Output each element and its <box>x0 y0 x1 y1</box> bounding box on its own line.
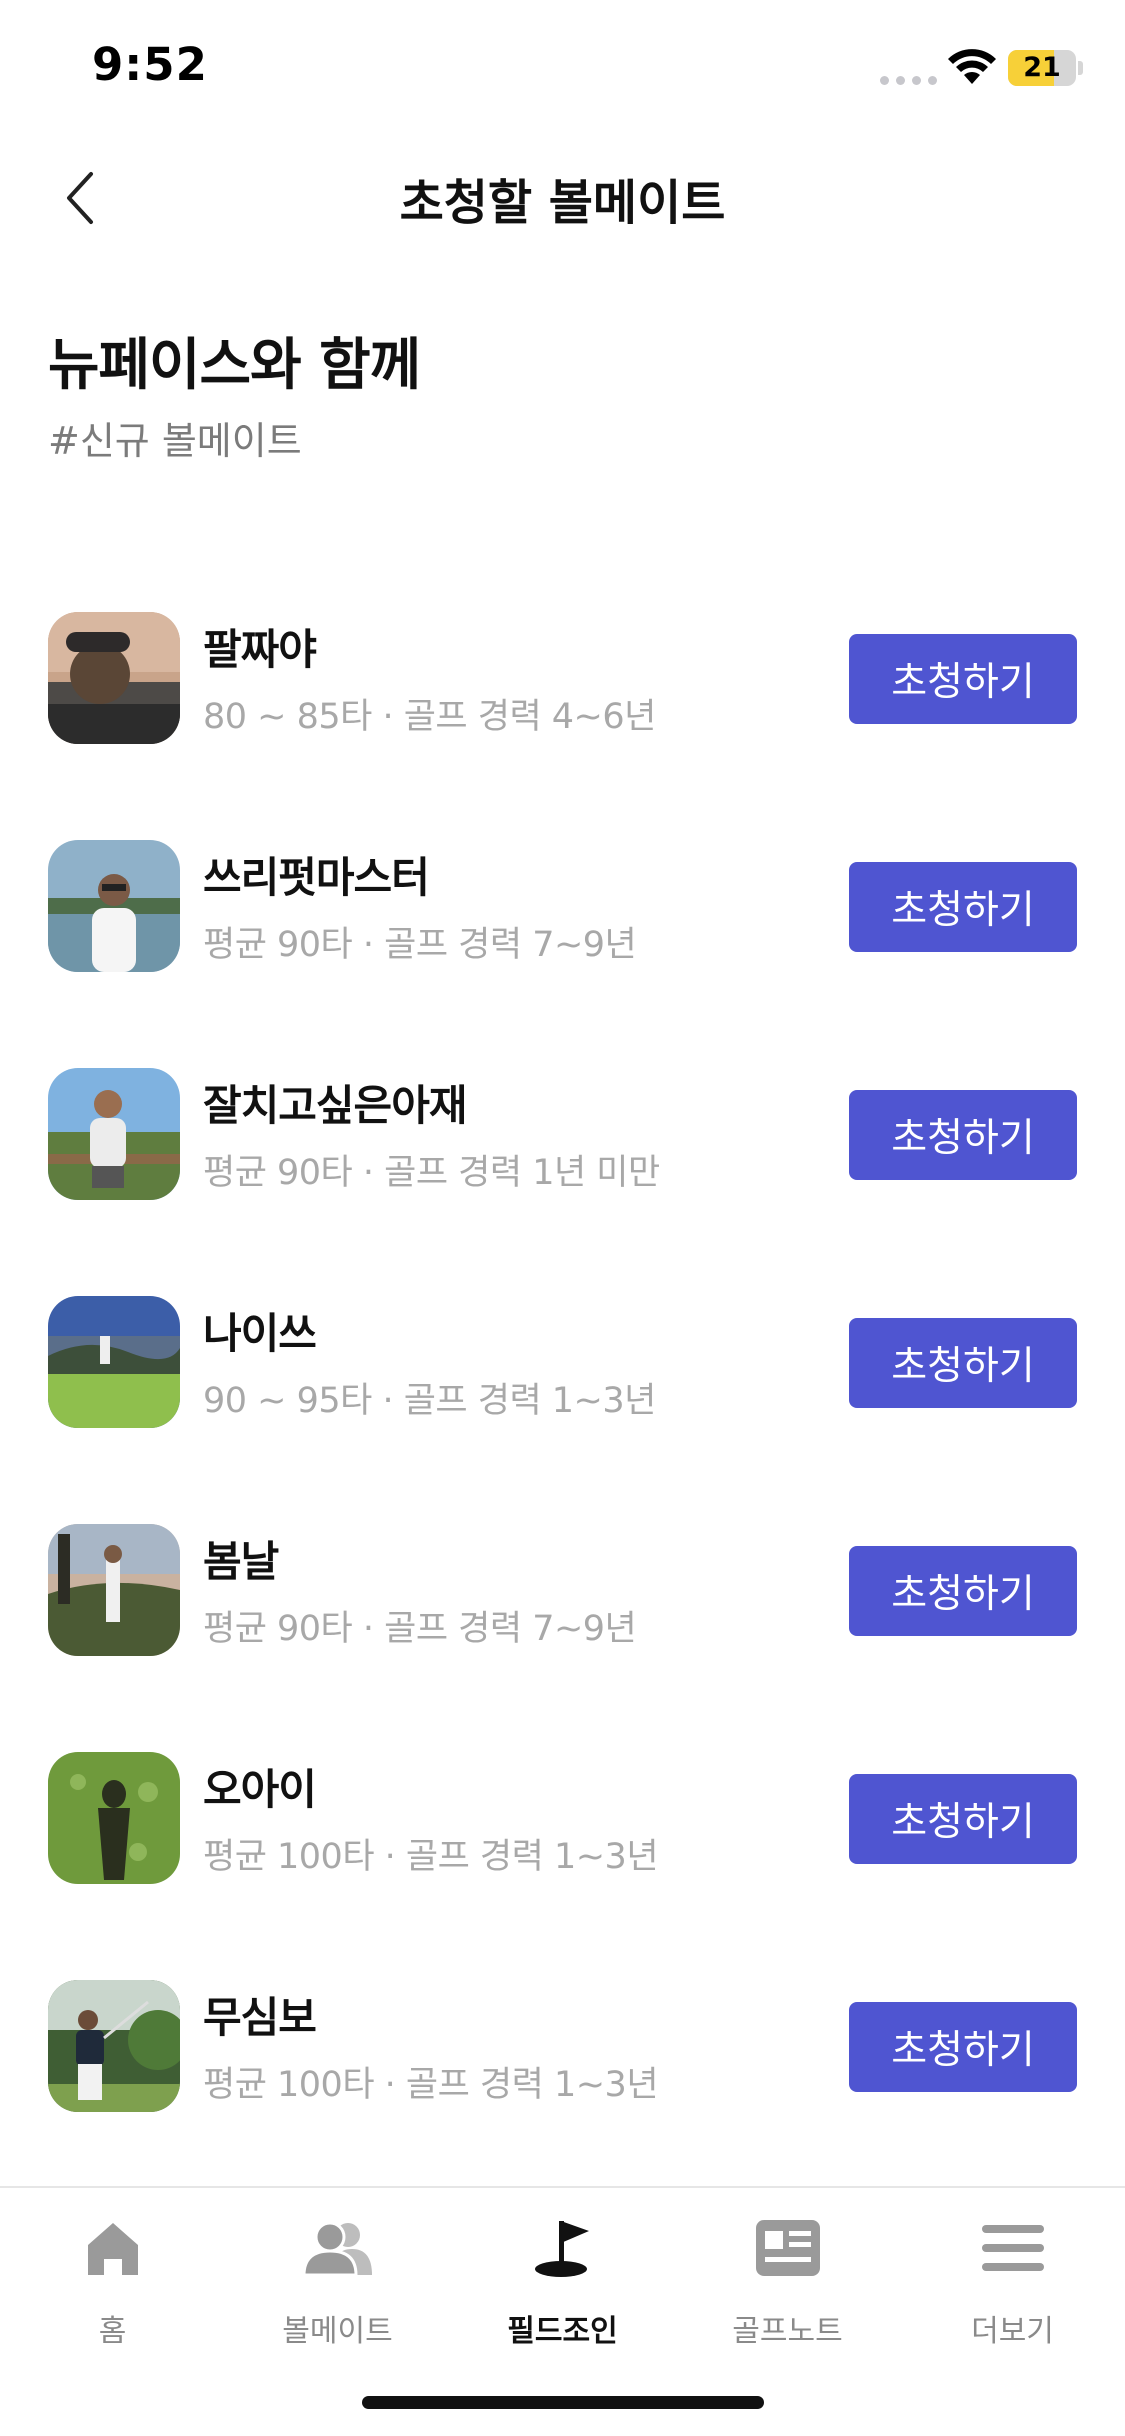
user-meta: 평균 90타 · 골프 경력 1년 미만 <box>203 1153 660 1193</box>
user-name: 무심보 <box>203 1993 317 2042</box>
status-bar: 9:52 21 <box>0 0 1125 140</box>
list-item: 잘치고싶은아재 평균 90타 · 골프 경력 1년 미만 초청하기 <box>0 1056 1125 1284</box>
battery-level: 21 <box>1023 52 1061 83</box>
invite-button[interactable]: 초청하기 <box>849 2002 1077 2092</box>
home-indicator <box>362 2396 764 2409</box>
user-name: 팔짜야 <box>203 625 317 674</box>
note-icon <box>755 2220 820 2276</box>
status-time: 9:52 <box>92 38 208 91</box>
tab-field-join[interactable]: 필드조인 <box>450 2208 675 2358</box>
invite-button[interactable]: 초청하기 <box>849 1090 1077 1180</box>
tab-label: 볼메이트 <box>282 2314 393 2349</box>
avatar[interactable] <box>48 1068 180 1200</box>
tab-home[interactable]: 홈 <box>0 2208 225 2358</box>
menu-icon <box>981 2225 1044 2271</box>
avatar[interactable] <box>48 840 180 972</box>
list-item: 나이쓰 90 ~ 95타 · 골프 경력 1~3년 초청하기 <box>0 1284 1125 1512</box>
people-icon <box>301 2221 372 2277</box>
user-name: 잘치고싶은아재 <box>203 1081 467 1130</box>
battery-icon: 21 <box>1008 50 1076 86</box>
user-name: 나이쓰 <box>203 1309 317 1358</box>
invite-button[interactable]: 초청하기 <box>849 1546 1077 1636</box>
avatar[interactable] <box>48 1752 180 1884</box>
user-meta: 80 ~ 85타 · 골프 경력 4~6년 <box>203 697 656 737</box>
tab-more[interactable]: 더보기 <box>900 2208 1125 2358</box>
invite-button[interactable]: 초청하기 <box>849 862 1077 952</box>
tab-label: 필드조인 <box>507 2314 618 2349</box>
invite-button[interactable]: 초청하기 <box>849 1774 1077 1864</box>
invite-button[interactable]: 초청하기 <box>849 1318 1077 1408</box>
avatar[interactable] <box>48 1524 180 1656</box>
home-icon <box>87 2223 138 2275</box>
user-meta: 90 ~ 95타 · 골프 경력 1~3년 <box>203 1381 656 1421</box>
signal-icon <box>880 76 937 85</box>
tab-ballmate[interactable]: 볼메이트 <box>225 2208 450 2358</box>
tab-golf-note[interactable]: 골프노트 <box>675 2208 900 2358</box>
user-name: 봄날 <box>203 1537 279 1586</box>
list-item: 무심보 평균 100타 · 골프 경력 1~3년 초청하기 <box>0 1968 1125 2196</box>
list-item: 팔짜야 80 ~ 85타 · 골프 경력 4~6년 초청하기 <box>0 600 1125 828</box>
user-meta: 평균 100타 · 골프 경력 1~3년 <box>203 1837 659 1877</box>
user-meta: 평균 100타 · 골프 경력 1~3년 <box>203 2065 659 2105</box>
list-item: 쓰리펏마스터 평균 90타 · 골프 경력 7~9년 초청하기 <box>0 828 1125 1056</box>
user-list: 팔짜야 80 ~ 85타 · 골프 경력 4~6년 초청하기 쓰리펏마스터 평균… <box>0 600 1125 2196</box>
list-item: 봄날 평균 90타 · 골프 경력 7~9년 초청하기 <box>0 1512 1125 1740</box>
section-tag: #신규 볼메이트 <box>48 419 302 463</box>
wifi-icon <box>948 49 996 84</box>
tab-label: 더보기 <box>971 2314 1054 2349</box>
avatar[interactable] <box>48 1296 180 1428</box>
list-item: 오아이 평균 100타 · 골프 경력 1~3년 초청하기 <box>0 1740 1125 1968</box>
avatar[interactable] <box>48 1980 180 2112</box>
user-name: 오아이 <box>203 1765 317 1814</box>
tab-label: 골프노트 <box>732 2314 843 2349</box>
user-meta: 평균 90타 · 골프 경력 7~9년 <box>203 925 637 965</box>
avatar[interactable] <box>48 612 180 744</box>
user-name: 쓰리펏마스터 <box>203 853 430 902</box>
golf-flag-icon <box>534 2221 589 2277</box>
user-meta: 평균 90타 · 골프 경력 7~9년 <box>203 1609 637 1649</box>
section-title: 뉴페이스와 함께 <box>48 333 421 398</box>
page-title: 초청할 볼메이트 <box>399 175 726 231</box>
invite-button[interactable]: 초청하기 <box>849 634 1077 724</box>
tab-label: 홈 <box>98 2314 127 2349</box>
battery-cap <box>1078 61 1083 75</box>
